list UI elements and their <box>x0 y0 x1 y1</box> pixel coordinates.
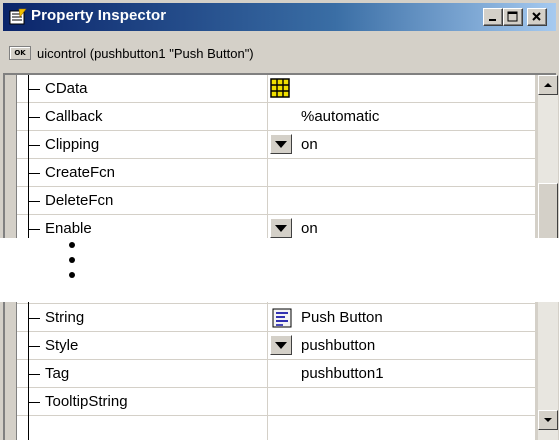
dropdown-button[interactable] <box>270 218 292 238</box>
row-gutter <box>5 416 17 440</box>
tree-branch <box>28 173 40 174</box>
property-value[interactable]: %automatic <box>301 108 379 125</box>
property-grid: CData Callback %automatic Clipping on Cr… <box>3 73 558 238</box>
tree-line <box>28 215 29 238</box>
scroll-down-button[interactable] <box>538 410 558 430</box>
scroll-thumb[interactable] <box>538 183 558 238</box>
window-title: Property Inspector <box>31 7 167 24</box>
property-name: CData <box>45 80 88 97</box>
property-name: Enable <box>45 220 92 237</box>
property-row-tooltipstring[interactable]: TooltipString <box>5 388 535 416</box>
property-row-partial[interactable] <box>5 416 535 440</box>
tree-branch <box>28 117 40 118</box>
property-value[interactable]: pushbutton1 <box>301 365 384 382</box>
property-value[interactable]: pushbutton <box>301 337 375 354</box>
text-edit-icon[interactable] <box>272 308 292 328</box>
title-bar[interactable]: Property Inspector <box>3 3 556 31</box>
tree-branch <box>28 201 40 202</box>
property-inspector-icon <box>9 8 27 25</box>
tree-line <box>28 416 29 440</box>
row-gutter <box>5 75 17 103</box>
property-name: TooltipString <box>45 393 128 410</box>
property-name: Callback <box>45 108 103 125</box>
property-name: DeleteFcn <box>45 192 114 209</box>
property-name: String <box>45 309 85 326</box>
row-gutter <box>5 332 17 360</box>
column-separator <box>267 131 268 159</box>
property-name: CreateFcn <box>45 164 116 181</box>
row-gutter <box>5 388 17 416</box>
column-separator <box>267 75 268 103</box>
tree-branch <box>28 318 40 319</box>
vertical-scrollbar[interactable] <box>538 75 558 238</box>
tree-branch <box>28 145 40 146</box>
property-row-callback[interactable]: Callback %automatic <box>5 103 535 131</box>
maximize-button[interactable] <box>503 8 523 26</box>
row-gutter <box>5 159 17 187</box>
row-gutter <box>5 360 17 388</box>
column-separator <box>267 360 268 388</box>
row-gutter <box>5 131 17 159</box>
close-icon <box>532 12 541 21</box>
column-separator <box>267 332 268 360</box>
tree-branch <box>28 346 40 347</box>
scroll-up-button[interactable] <box>538 75 558 95</box>
property-value[interactable]: on <box>301 220 318 237</box>
minimize-button[interactable] <box>483 8 503 26</box>
property-rows-lower: String Push Button Style pushbutton Tag … <box>5 302 535 440</box>
dropdown-button[interactable] <box>270 134 292 154</box>
property-rows: CData Callback %automatic Clipping on Cr… <box>5 75 535 238</box>
vertical-ellipsis-icon <box>69 240 75 290</box>
maximize-icon <box>507 11 518 22</box>
property-row-enable[interactable]: Enable on <box>5 215 535 238</box>
column-separator <box>267 159 268 187</box>
object-label: uicontrol (pushbutton1 "Push Button") <box>37 46 254 61</box>
column-separator <box>267 187 268 215</box>
property-row-cdata[interactable]: CData <box>5 75 535 103</box>
column-separator <box>267 304 268 332</box>
property-grid-lower: String Push Button Style pushbutton Tag … <box>3 302 558 440</box>
property-row-clipping[interactable]: Clipping on <box>5 131 535 159</box>
tree-branch <box>28 89 40 90</box>
row-gutter <box>5 103 17 131</box>
tree-branch <box>28 229 40 230</box>
minimize-icon <box>489 19 496 21</box>
property-value[interactable]: on <box>301 136 318 153</box>
property-value[interactable]: Push Button <box>301 309 383 326</box>
pushbutton-object-icon: OK <box>9 46 31 60</box>
property-inspector-window: Property Inspector OK uicontrol (pushbut… <box>0 0 559 238</box>
row-gutter <box>5 187 17 215</box>
close-button[interactable] <box>527 8 547 26</box>
tree-branch <box>28 374 40 375</box>
property-name: Clipping <box>45 136 100 153</box>
row-gutter <box>5 304 17 332</box>
vertical-scrollbar-lower[interactable] <box>538 302 558 440</box>
column-separator <box>267 388 268 416</box>
dropdown-button[interactable] <box>270 335 292 355</box>
row-gutter <box>5 215 17 238</box>
property-inspector-window-lower: String Push Button Style pushbutton Tag … <box>0 302 559 440</box>
object-header: OK uicontrol (pushbutton1 "Push Button") <box>4 42 554 66</box>
tree-branch <box>28 402 40 403</box>
property-row-tag[interactable]: Tag pushbutton1 <box>5 360 535 388</box>
column-separator <box>267 103 268 131</box>
property-name: Style <box>45 337 79 354</box>
column-separator <box>267 215 268 238</box>
column-separator <box>267 416 268 440</box>
property-row-deletefcn[interactable]: DeleteFcn <box>5 187 535 215</box>
property-row-createfcn[interactable]: CreateFcn <box>5 159 535 187</box>
grid-icon[interactable] <box>270 78 290 98</box>
property-name: Tag <box>45 365 70 382</box>
omitted-rows-indicator <box>0 238 559 302</box>
property-row-string[interactable]: String Push Button <box>5 304 535 332</box>
property-row-style[interactable]: Style pushbutton <box>5 332 535 360</box>
